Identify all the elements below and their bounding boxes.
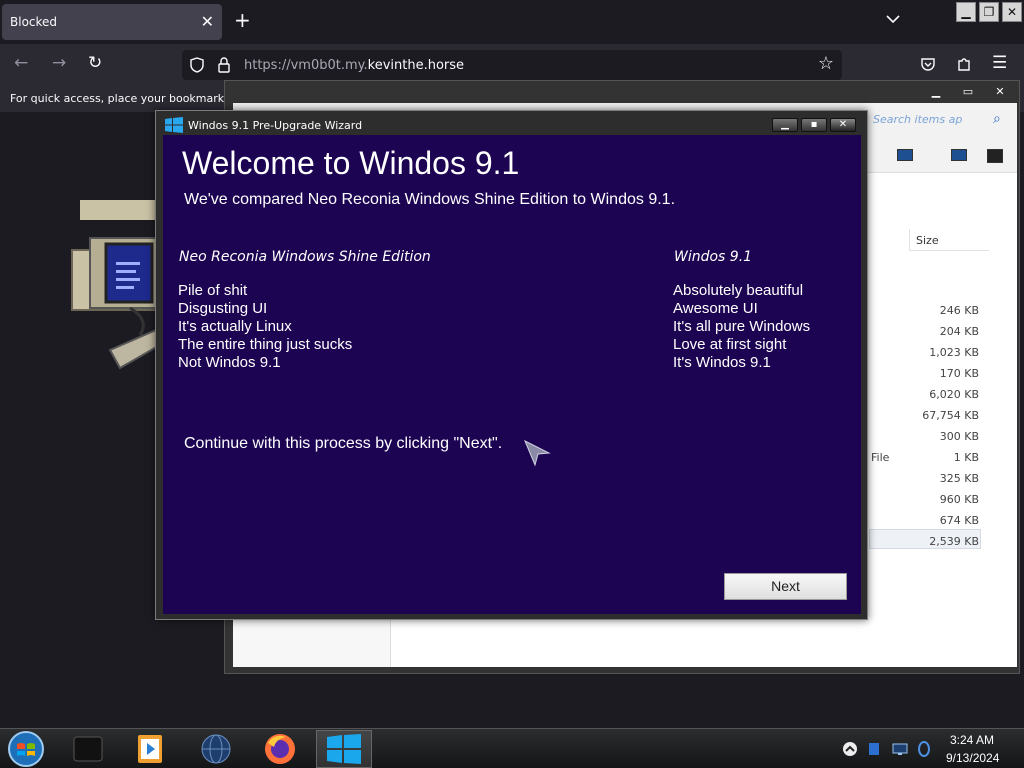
size-column-header[interactable]: Size [909, 229, 989, 251]
list-item: It's Windos 9.1 [673, 354, 771, 371]
left-column-list: Pile of shit Disgusting UI It's actually… [178, 282, 352, 372]
mouse-cursor-icon [524, 439, 551, 467]
show-hidden-icons-icon[interactable] [842, 741, 858, 757]
wizard-title: Windos 9.1 Pre-Upgrade Wizard [188, 119, 363, 132]
close-icon[interactable]: ✕ [1002, 2, 1022, 22]
media-player-icon[interactable] [132, 731, 168, 767]
clock-time[interactable]: 3:24 AM [950, 733, 994, 747]
explorer-minimize-icon[interactable]: ▁ [923, 85, 949, 99]
type-cell: File [871, 451, 890, 464]
menu-icon[interactable]: ☰ [992, 53, 1007, 73]
network-icon[interactable] [892, 741, 908, 757]
size-cell: 1,023 KB [929, 346, 979, 359]
preview-pane-icon[interactable] [951, 149, 967, 161]
list-item: The entire thing just sucks [178, 336, 353, 353]
size-cell: 204 KB [939, 325, 979, 338]
size-cell: 246 KB [939, 304, 979, 317]
wizard-heading: Welcome to Windos 9.1 [182, 145, 520, 181]
volume-icon[interactable] [916, 741, 932, 757]
tab-close-icon[interactable]: ✕ [201, 12, 214, 31]
taskbar-wizard-button[interactable] [316, 730, 372, 768]
back-arrow-icon[interactable]: ← [14, 53, 28, 73]
left-column-header: Neo Reconia Windows Shine Edition [179, 249, 431, 265]
taskbar: 3:24 AM 9/13/2024 [0, 728, 1024, 768]
size-cell: 1 KB [953, 451, 979, 464]
list-tabs-chevron-icon[interactable] [886, 12, 900, 28]
list-item: Pile of shit [178, 282, 248, 299]
tab-blocked[interactable]: Blocked ✕ [2, 4, 222, 40]
forward-arrow-icon[interactable]: → [52, 53, 66, 73]
size-cell: 6,020 KB [929, 388, 979, 401]
continue-instructions: Continue with this process by clicking "… [184, 435, 503, 452]
wizard-close-icon[interactable]: ✕ [830, 118, 856, 132]
list-item: Love at first sight [673, 336, 787, 353]
right-column-list: Absolutely beautiful Awesome UI It's all… [673, 282, 810, 372]
right-column-header: Windos 9.1 [674, 249, 753, 265]
bookmark-star-icon[interactable]: ☆ [818, 53, 834, 74]
size-cell: 67,754 KB [922, 409, 979, 422]
reload-icon[interactable]: ↻ [88, 53, 102, 73]
url-bar[interactable]: https://vm0b0t.my.kevinthe.horse ☆ [182, 50, 842, 80]
explorer-maximize-icon[interactable]: ▭ [955, 85, 981, 99]
upgrade-wizard-window: Windos 9.1 Pre-Upgrade Wizard ▁ ▪ ✕ Welc… [155, 110, 868, 620]
url-text: https://vm0b0t.my.kevinthe.horse [244, 58, 465, 73]
wizard-body: Welcome to Windos 9.1 We've compared Neo… [163, 135, 861, 614]
tab-bar: Blocked ✕ + ▁ ❐ ✕ [0, 0, 1024, 44]
list-item: It's actually Linux [178, 318, 292, 335]
bookmarks-hint: For quick access, place your bookmarks h… [10, 92, 248, 105]
size-cell: 2,539 KB [929, 535, 979, 548]
size-cell: 300 KB [939, 430, 979, 443]
size-cell: 960 KB [939, 493, 979, 506]
terminal-app-icon[interactable] [70, 731, 106, 767]
windows-logo-icon [165, 117, 183, 133]
explorer-search-hint[interactable]: Search items ap [873, 113, 962, 126]
size-cell: 325 KB [939, 472, 979, 485]
firefox-icon[interactable] [262, 731, 298, 767]
list-item: Awesome UI [673, 300, 758, 317]
minimize-icon[interactable]: ▁ [956, 2, 976, 22]
wizard-maximize-icon[interactable]: ▪ [801, 118, 827, 132]
size-cell: 170 KB [939, 367, 979, 380]
tab-title: Blocked [10, 15, 58, 29]
search-icon[interactable]: ⌕ [993, 111, 1001, 127]
globe-icon[interactable] [198, 731, 234, 767]
pocket-icon[interactable] [920, 56, 936, 72]
size-cell: 674 KB [939, 514, 979, 527]
extensions-icon[interactable] [956, 56, 972, 72]
next-button[interactable]: Next [724, 573, 847, 600]
windows-logo-icon [327, 734, 361, 764]
list-item: Disgusting UI [178, 300, 268, 317]
clock-date[interactable]: 9/13/2024 [946, 751, 999, 765]
computer-icon [71, 200, 160, 370]
security-icon[interactable] [866, 741, 882, 757]
new-tab-button[interactable]: + [234, 10, 251, 30]
wizard-minimize-icon[interactable]: ▁ [772, 118, 798, 132]
explorer-close-icon[interactable]: ✕ [987, 85, 1013, 99]
restore-icon[interactable]: ❐ [979, 2, 999, 22]
view-icon[interactable] [897, 149, 913, 161]
lock-icon[interactable] [218, 57, 230, 73]
shield-icon[interactable] [190, 57, 204, 73]
wizard-subheading: We've compared Neo Reconia Windows Shine… [184, 191, 676, 208]
list-item: It's all pure Windows [673, 318, 811, 335]
list-item: Absolutely beautiful [673, 282, 804, 299]
help-icon[interactable] [987, 149, 1003, 163]
start-button-icon[interactable] [6, 730, 46, 768]
list-item: Not Windos 9.1 [178, 354, 281, 371]
